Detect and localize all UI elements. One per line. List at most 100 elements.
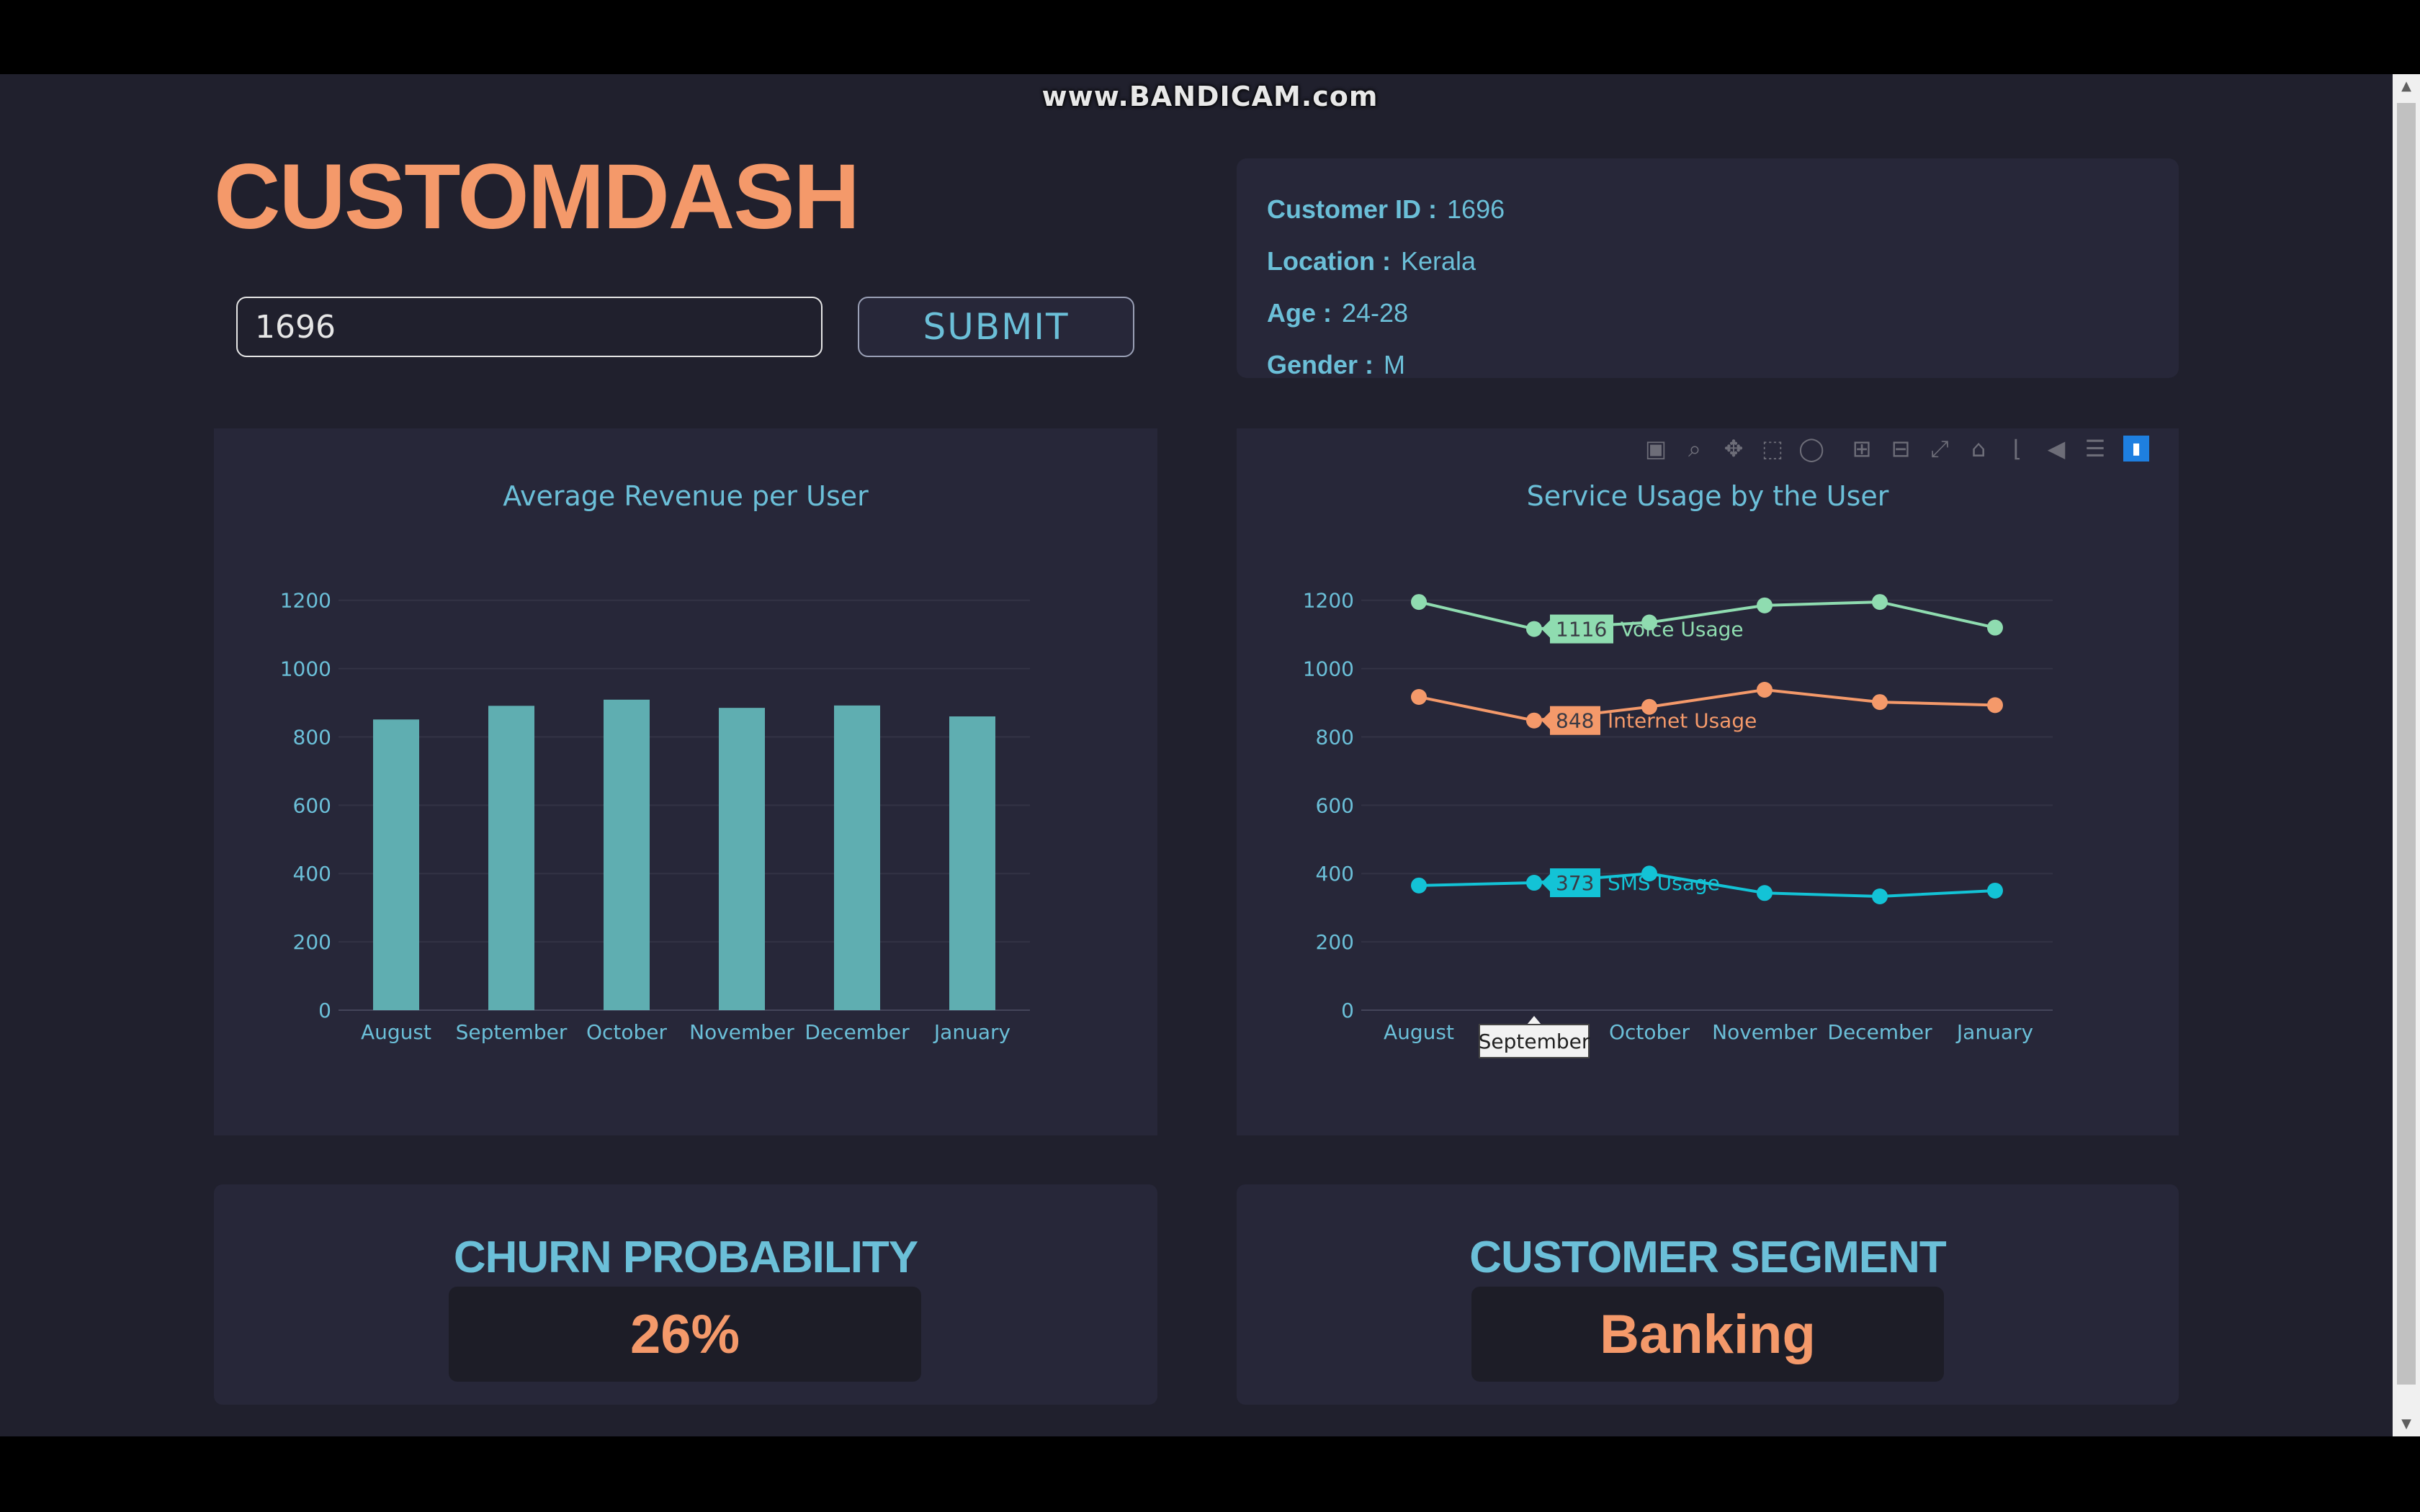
x-tick-label: August: [1384, 1020, 1454, 1044]
hover-pointer: [1541, 711, 1550, 729]
usage-line-chart[interactable]: 0 200 400 600 800 1000 1200 August October Novemb…: [1237, 428, 2179, 1135]
series-point: [1987, 697, 2003, 714]
hover-compare-icon[interactable]: ☰: [2076, 432, 2115, 465]
series-point: [1757, 885, 1773, 901]
churn-card: CHURN PROBABILITY 26%: [214, 1184, 1157, 1405]
y-tick-label: 1200: [1303, 589, 1354, 613]
segment-value: Banking: [1471, 1287, 1944, 1382]
y-tick-label: 1000: [280, 657, 331, 681]
scroll-thumb[interactable]: [2397, 103, 2416, 1385]
hover-value: 848: [1556, 709, 1594, 733]
series-point: [1757, 682, 1773, 698]
x-tick-label: January: [933, 1020, 1010, 1044]
x-tick-label: November: [689, 1020, 794, 1044]
x-tick-label: August: [361, 1020, 431, 1044]
revenue-bar: [373, 719, 419, 1010]
gender-value: M: [1384, 350, 1406, 379]
page-scrollbar[interactable]: ▲ ▼: [2393, 74, 2420, 1436]
recorder-watermark: www.BANDICAM.com: [1041, 81, 1379, 112]
age-value: 24-28: [1342, 298, 1409, 328]
x-tick-label: January: [1955, 1020, 2033, 1044]
y-tick-label: 400: [1316, 862, 1354, 886]
y-tick-label: 200: [1316, 930, 1354, 954]
y-tick-label: 600: [1316, 793, 1354, 817]
y-tick-label: 800: [293, 725, 331, 749]
y-tick-label: 1000: [1303, 657, 1354, 681]
customer-info-card: Customer ID : 1696 Location : Kerala Age :…: [1237, 158, 2179, 380]
churn-value: 26%: [449, 1287, 921, 1382]
x-tick-label: November: [1712, 1020, 1817, 1044]
location-value: Kerala: [1400, 246, 1476, 276]
lasso-icon[interactable]: ◯: [1792, 432, 1831, 465]
series-name-label: Voice Usage: [1621, 618, 1744, 642]
series-point: [1526, 875, 1542, 891]
plotly-logo-icon[interactable]: ▮: [2123, 436, 2149, 462]
y-tick-label: 0: [318, 999, 331, 1022]
recorder-top-bar: [0, 0, 2420, 74]
series-point: [1987, 882, 2003, 899]
age-label: Age :: [1267, 298, 1332, 328]
customer-id-row: Customer ID : 1696: [1267, 194, 1505, 225]
churn-title: CHURN PROBABILITY: [453, 1233, 918, 1282]
x-tick-label: December: [805, 1020, 910, 1044]
chart-modebar: ▣ ⌕ ✥ ⬚ ◯ ⊞ ⊟ ⤢ ⌂ ⌊ ◀ ☰ ▮: [1636, 432, 2149, 465]
series-point: [1872, 888, 1888, 905]
hover-closest-icon[interactable]: ◀: [2037, 432, 2076, 465]
app-title: CUSTOMDASH: [214, 145, 860, 248]
spike-lines-icon[interactable]: ⌊: [1998, 432, 2037, 465]
series-name-label: SMS Usage: [1608, 871, 1720, 895]
hover-pointer: [1541, 874, 1550, 892]
y-tick-label: 200: [293, 930, 331, 954]
revenue-bar-chart[interactable]: 0 200 400 600 800 1000 1200 August September Octo…: [214, 428, 1157, 1135]
revenue-bar: [604, 699, 650, 1010]
customer-id-value: 1696: [1447, 194, 1505, 224]
revenue-bar: [949, 716, 995, 1010]
gender-label: Gender :: [1267, 350, 1374, 379]
pan-icon[interactable]: ✥: [1714, 432, 1753, 465]
series-point: [1526, 712, 1542, 729]
series-point: [1411, 594, 1427, 611]
autoscale-icon[interactable]: ⤢: [1920, 432, 1959, 465]
revenue-bar: [834, 705, 880, 1010]
x-tick-label: December: [1827, 1020, 1932, 1044]
location-row: Location : Kerala: [1267, 246, 1476, 276]
x-tick-label: September: [456, 1020, 568, 1044]
hover-pointer: [1541, 620, 1550, 638]
series-point: [1872, 594, 1888, 611]
recorder-bottom-bar: [0, 1436, 2420, 1512]
customer-id-input[interactable]: [236, 297, 823, 357]
x-tick-label: October: [586, 1020, 668, 1044]
box-select-icon[interactable]: ⬚: [1753, 432, 1792, 465]
series-point: [1757, 597, 1773, 613]
segment-title: CUSTOMER SEGMENT: [1469, 1233, 1946, 1282]
scroll-down-icon[interactable]: ▼: [2393, 1412, 2420, 1436]
x-tick-label: October: [1609, 1020, 1690, 1044]
revenue-bar: [488, 706, 534, 1010]
y-tick-label: 800: [1316, 725, 1354, 749]
reset-axes-icon[interactable]: ⌂: [1959, 432, 1998, 465]
series-point: [1872, 694, 1888, 711]
zoom-icon[interactable]: ⌕: [1675, 432, 1714, 465]
submit-button[interactable]: SUBMIT: [858, 297, 1134, 357]
hover-value: 373: [1556, 871, 1594, 895]
revenue-bar: [719, 708, 765, 1010]
series-point: [1411, 877, 1427, 894]
zoom-in-icon[interactable]: ⊞: [1842, 432, 1881, 465]
series-point: [1411, 688, 1427, 705]
series-point: [1526, 621, 1542, 637]
camera-icon[interactable]: ▣: [1636, 432, 1675, 465]
zoom-out-icon[interactable]: ⊟: [1881, 432, 1920, 465]
x-hover-label: September: [1479, 1030, 1590, 1053]
age-row: Age : 24-28: [1267, 298, 1408, 328]
segment-card: CUSTOMER SEGMENT Banking: [1237, 1184, 2179, 1405]
x-hover-pointer: [1527, 1016, 1541, 1025]
gender-row: Gender : M: [1267, 350, 1405, 380]
y-tick-label: 1200: [280, 589, 331, 613]
customer-id-label: Customer ID :: [1267, 194, 1438, 224]
hover-value: 1116: [1556, 618, 1607, 642]
y-tick-label: 400: [293, 862, 331, 886]
y-tick-label: 0: [1341, 999, 1354, 1022]
series-name-label: Internet Usage: [1608, 709, 1757, 733]
location-label: Location :: [1267, 246, 1391, 276]
series-point: [1987, 619, 2003, 636]
